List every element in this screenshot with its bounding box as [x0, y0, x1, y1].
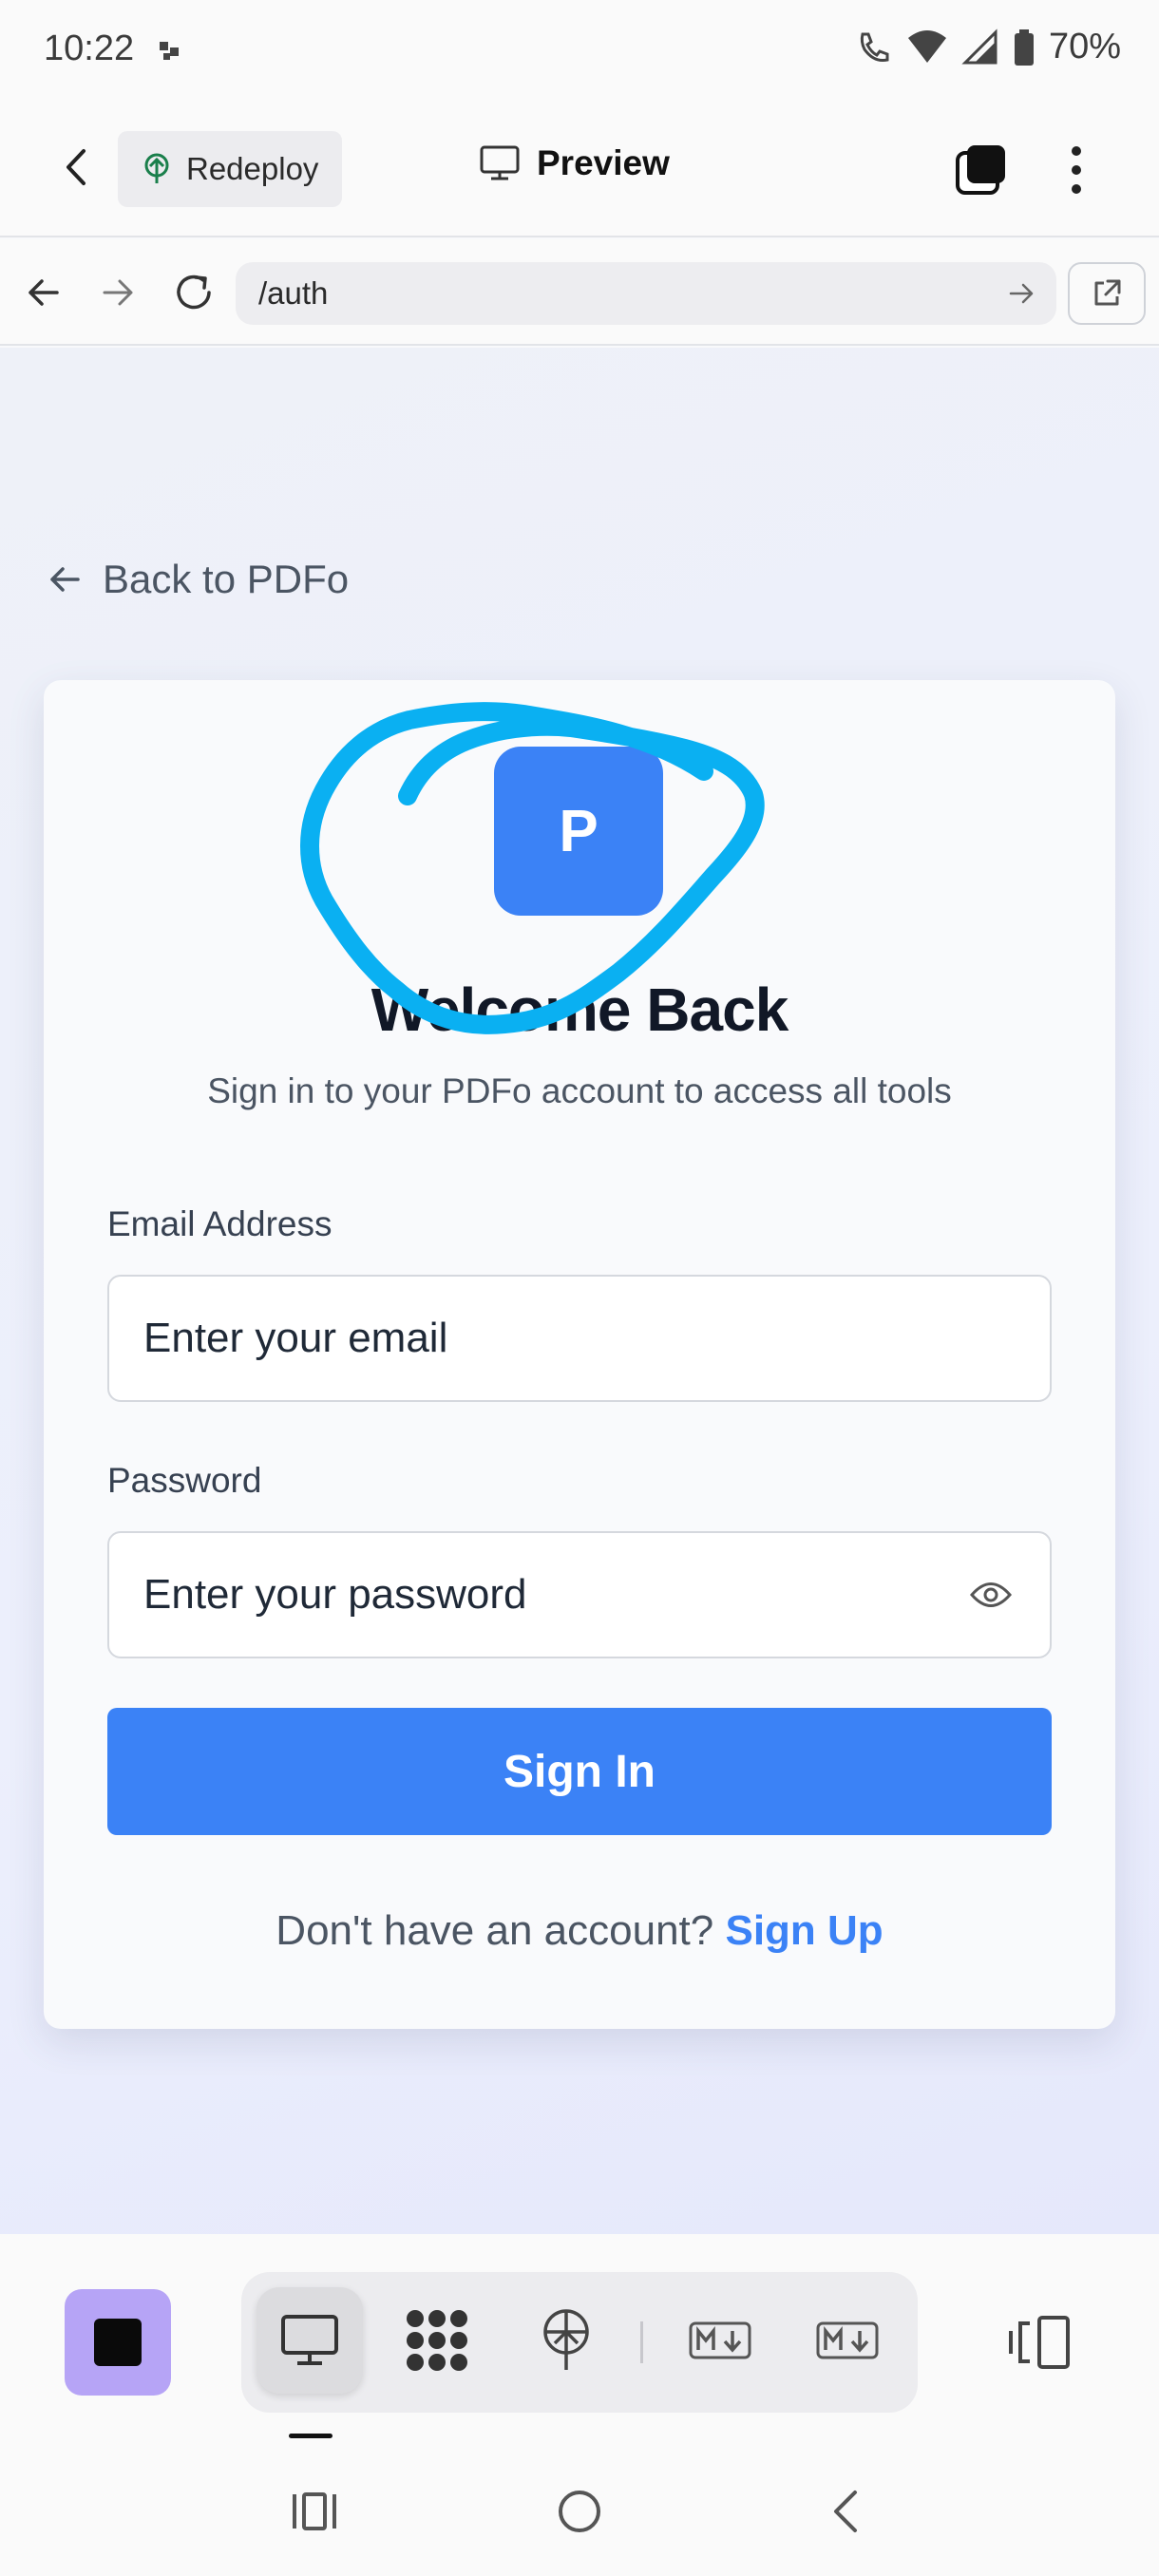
deploy-tree-icon [144, 153, 169, 183]
workflow-tool-button[interactable] [384, 2287, 490, 2394]
app-header: Redeploy Preview [0, 100, 1159, 237]
password-field[interactable]: Enter your password [107, 1531, 1052, 1658]
markdown-icon [816, 2321, 879, 2359]
scribble-annotation [300, 702, 765, 1034]
sign-in-button[interactable]: Sign In [107, 1708, 1052, 1835]
email-field[interactable]: Enter your email [107, 1275, 1052, 1402]
tool-group [241, 2272, 918, 2413]
browser-back-icon[interactable] [25, 274, 63, 312]
wifi-icon [907, 29, 946, 63]
more-options-icon[interactable] [1062, 143, 1091, 197]
back-arrow-icon[interactable] [53, 143, 101, 191]
home-icon[interactable] [557, 2489, 602, 2534]
split-view-icon[interactable] [1007, 2314, 1074, 2371]
url-text: /auth [258, 275, 329, 311]
email-placeholder: Enter your email [143, 1315, 448, 1361]
go-arrow-icon[interactable] [1007, 279, 1036, 308]
reload-icon[interactable] [171, 270, 217, 315]
page-subtitle: Sign in to your PDFo account to access a… [207, 1071, 952, 1110]
password-label: Password [107, 1461, 262, 1500]
call-icon [860, 32, 889, 62]
app-switcher-button[interactable] [65, 2289, 171, 2396]
browser-forward-icon[interactable] [99, 274, 137, 312]
page-content: Back to PDFo P Welcome Back Sign in to y… [0, 348, 1159, 2234]
signup-prompt: Don't have an account? [276, 1907, 714, 1954]
system-navigation [0, 2453, 1159, 2576]
markdown-tool-button-2[interactable] [794, 2287, 901, 2394]
open-external-button[interactable] [1068, 262, 1146, 325]
monitor-icon [480, 145, 520, 180]
redeploy-label: Redeploy [186, 151, 319, 186]
email-label: Email Address [107, 1204, 332, 1243]
active-tab-indicator [289, 2434, 332, 2438]
arrow-left-icon [50, 567, 80, 592]
preview-title: Preview [480, 143, 670, 183]
external-link-icon [1094, 279, 1121, 306]
signal-icon [961, 28, 998, 64]
back-to-home-link[interactable]: Back to PDFo [48, 557, 349, 602]
eye-icon[interactable] [970, 1579, 1012, 1611]
markdown-tool-button[interactable] [667, 2287, 773, 2394]
battery-percent: 70% [1048, 27, 1121, 66]
notification-icon [160, 42, 179, 60]
tool-separator [640, 2321, 643, 2363]
url-bar: /auth [0, 239, 1159, 346]
signup-row: Don't have an account? Sign Up [44, 1907, 1115, 1955]
preview-tool-button[interactable] [256, 2287, 363, 2394]
stop-icon [94, 2319, 142, 2366]
preview-label: Preview [537, 143, 670, 182]
deploy-tool-button[interactable] [513, 2287, 619, 2394]
system-back-icon[interactable] [826, 2489, 864, 2534]
sign-up-link[interactable]: Sign Up [725, 1907, 883, 1954]
signin-card: P Welcome Back Sign in to your PDFo acco… [44, 680, 1115, 2029]
redeploy-button[interactable]: Redeploy [118, 131, 342, 207]
recents-icon[interactable] [291, 2491, 338, 2532]
back-link-label: Back to PDFo [103, 557, 350, 601]
bottom-toolbar [0, 2234, 1159, 2453]
battery-icon [1014, 28, 1034, 66]
password-placeholder: Enter your password [143, 1571, 527, 1618]
tabs-stack-icon[interactable] [954, 143, 1007, 197]
monitor-icon [281, 2315, 338, 2365]
sign-in-label: Sign In [504, 1746, 656, 1797]
deploy-icon [543, 2309, 589, 2370]
markdown-icon [689, 2321, 751, 2359]
status-bar: 10:22 70% [0, 0, 1159, 100]
url-input[interactable]: /auth [236, 262, 1056, 325]
status-time: 10:22 [44, 28, 135, 68]
dots-grid-icon [407, 2310, 467, 2371]
